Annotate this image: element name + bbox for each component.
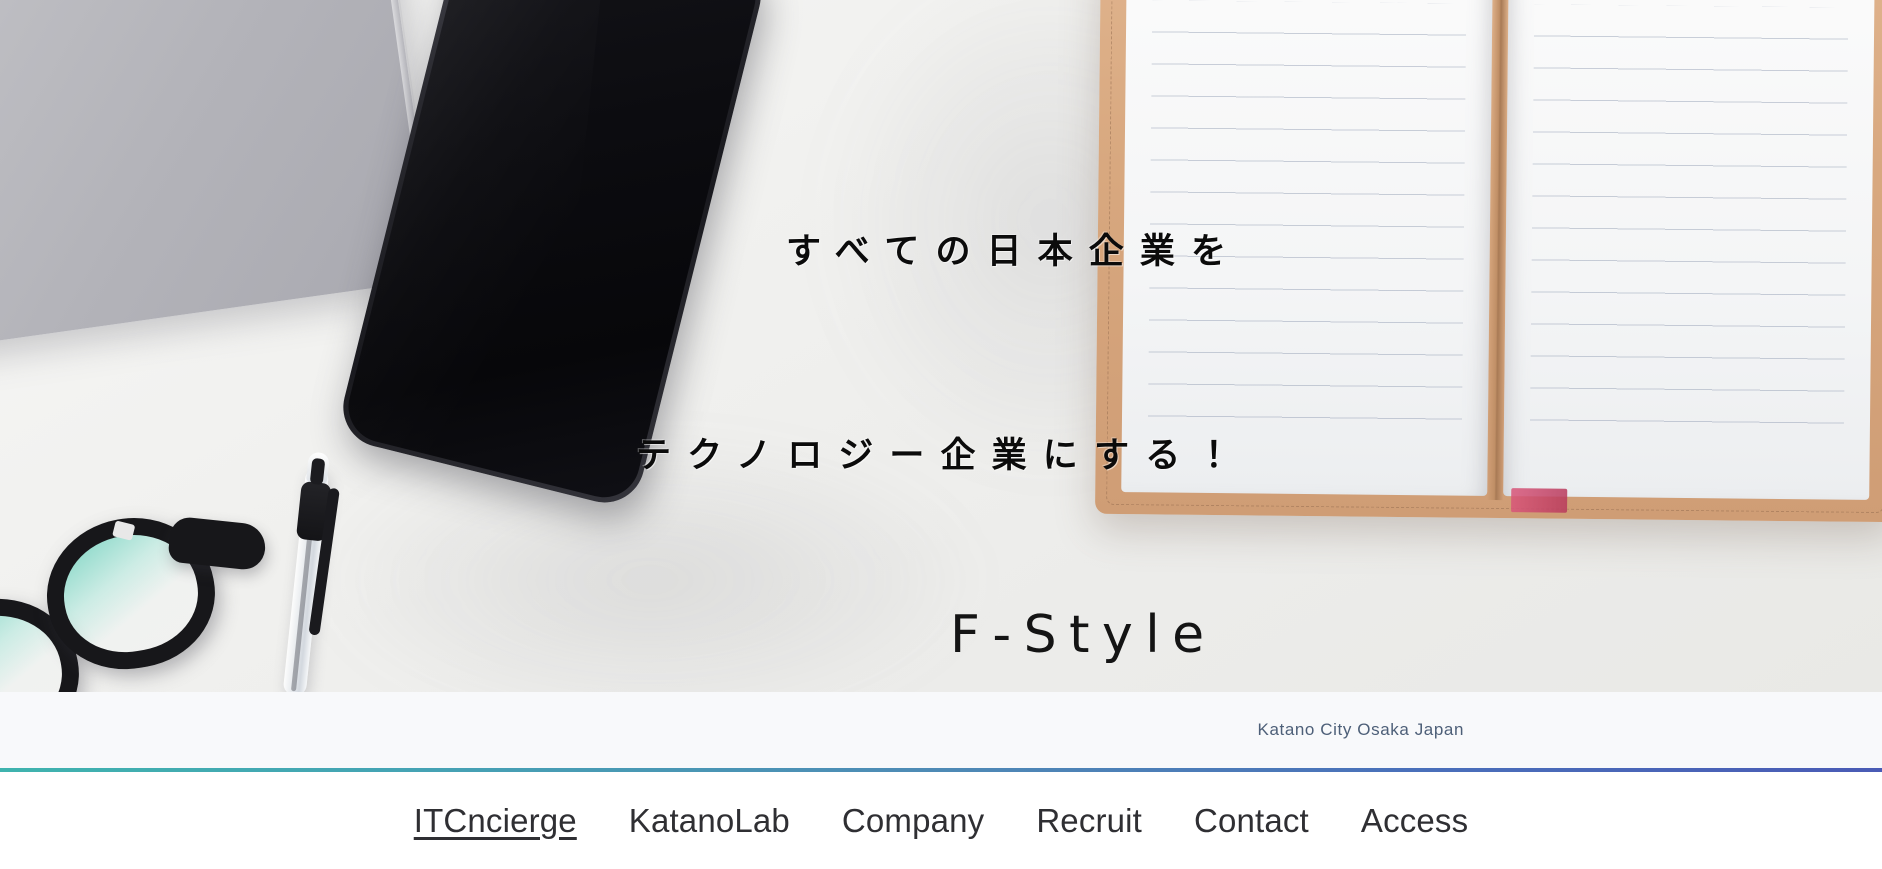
location-text: Katano City Osaka Japan — [1257, 720, 1464, 739]
notebook-image — [1094, 0, 1882, 523]
eyeglasses-temple-arm — [167, 515, 268, 572]
notebook-page-left — [1121, 0, 1493, 496]
main-navigation: ITCncierge KatanoLab Company Recruit Con… — [0, 772, 1882, 869]
notebook-ruled-lines-left — [1147, 0, 1467, 450]
nav-item-itcncierge[interactable]: ITCncierge — [412, 798, 579, 844]
nav-item-katanolab[interactable]: KatanoLab — [627, 798, 792, 844]
nav-item-contact[interactable]: Contact — [1192, 798, 1311, 844]
hero-section: control — [0, 0, 1882, 692]
hero-background-photo: control — [0, 0, 1882, 692]
notebook-bookmark-ribbon — [1511, 488, 1568, 513]
nav-item-company[interactable]: Company — [840, 798, 986, 844]
nav-item-access[interactable]: Access — [1359, 798, 1470, 844]
nav-item-recruit[interactable]: Recruit — [1034, 798, 1144, 844]
page-root: control — [0, 0, 1882, 869]
location-bar: Katano City Osaka Japan — [0, 692, 1882, 768]
notebook-ruled-lines-right — [1529, 4, 1849, 454]
pen-plunger — [309, 457, 326, 486]
notebook-page-right — [1503, 0, 1875, 500]
